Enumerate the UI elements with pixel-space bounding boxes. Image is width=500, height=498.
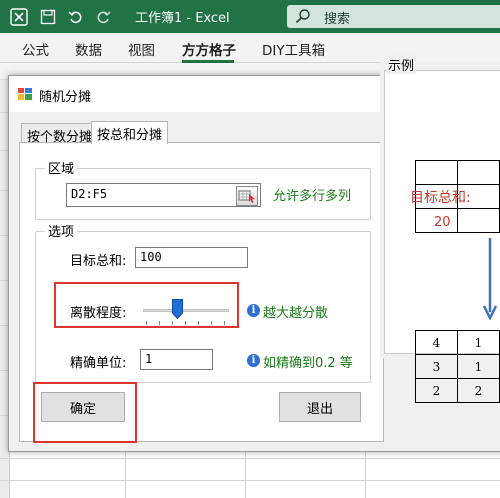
undo-icon[interactable] — [65, 6, 87, 28]
tab-data[interactable]: 数据 — [75, 39, 102, 59]
table-cell: 2 — [457, 378, 500, 403]
info-icon: i — [247, 304, 260, 317]
highlight-dispersion — [54, 282, 239, 328]
table-row: 41 — [415, 330, 500, 355]
table-cell: 3 — [415, 354, 458, 379]
range-select-icon — [238, 190, 255, 203]
table-cell: 1 — [457, 330, 500, 355]
search-icon — [295, 8, 311, 28]
search-label: 搜索 — [324, 12, 351, 27]
example-target-label: 目标总和: — [410, 190, 471, 206]
precision-input[interactable]: 1 — [140, 349, 213, 370]
search-box[interactable]: 搜索 — [287, 5, 500, 28]
info-icon: i — [247, 354, 260, 367]
table-cell: 2 — [415, 378, 458, 403]
save-icon[interactable] — [37, 6, 59, 28]
area-hint: 允许多行多列 — [273, 189, 352, 204]
table-row: 31 — [415, 354, 500, 379]
tab-view[interactable]: 视图 — [128, 39, 155, 59]
target-sum-input[interactable]: 100 — [135, 247, 248, 268]
precision-label: 精确单位: — [70, 356, 127, 371]
redo-icon[interactable] — [92, 6, 114, 28]
range-input-value: D2:F5 — [71, 187, 108, 201]
dispersion-hint: 越大越分散 — [263, 306, 329, 321]
tab-diy-toolbox[interactable]: DIY工具箱 — [262, 39, 325, 59]
range-input[interactable]: D2:F5 — [66, 183, 261, 207]
range-picker-button[interactable] — [236, 186, 258, 206]
table-row: 22 — [415, 378, 500, 403]
tab-formulas[interactable]: 公式 — [22, 39, 49, 59]
tab-by-total-label: 按总和分摊 — [97, 128, 163, 143]
window-title: 工作簿1 - Excel — [135, 11, 230, 26]
dialog-app-icon — [18, 88, 32, 100]
example-title: 示例 — [386, 55, 417, 74]
highlight-ok-button — [33, 382, 137, 443]
arrow-down-icon — [482, 238, 498, 324]
precision-value: 1 — [145, 352, 153, 366]
target-sum-label: 目标总和: — [70, 254, 127, 269]
example-result-table: 41 31 22 — [415, 330, 500, 403]
tab-by-total[interactable]: 按总和分摊 — [91, 121, 169, 144]
options-group-title: 选项 — [45, 221, 78, 240]
excel-logo-icon — [8, 6, 30, 28]
exit-button-label: 退出 — [306, 401, 333, 417]
tab-by-count[interactable]: 按个数分摊 — [21, 123, 99, 145]
excel-title-bar: 工作簿1 - Excel 搜索 — [0, 0, 500, 33]
table-cell: 1 — [457, 354, 500, 379]
exit-button[interactable]: 退出 — [279, 392, 361, 422]
target-sum-value: 100 — [140, 250, 162, 264]
ribbon-tabs: 公式 数据 视图 方方格子 DIY工具箱 — [0, 33, 500, 63]
precision-hint: 如精确到0.2 等 — [263, 356, 353, 371]
tab-fangfanggezi[interactable]: 方方格子 — [182, 39, 236, 59]
table-cell: 4 — [415, 330, 458, 355]
area-group-title: 区域 — [45, 158, 78, 177]
example-target-value: 20 — [434, 215, 451, 230]
dialog-title: 随机分摊 — [39, 90, 92, 105]
